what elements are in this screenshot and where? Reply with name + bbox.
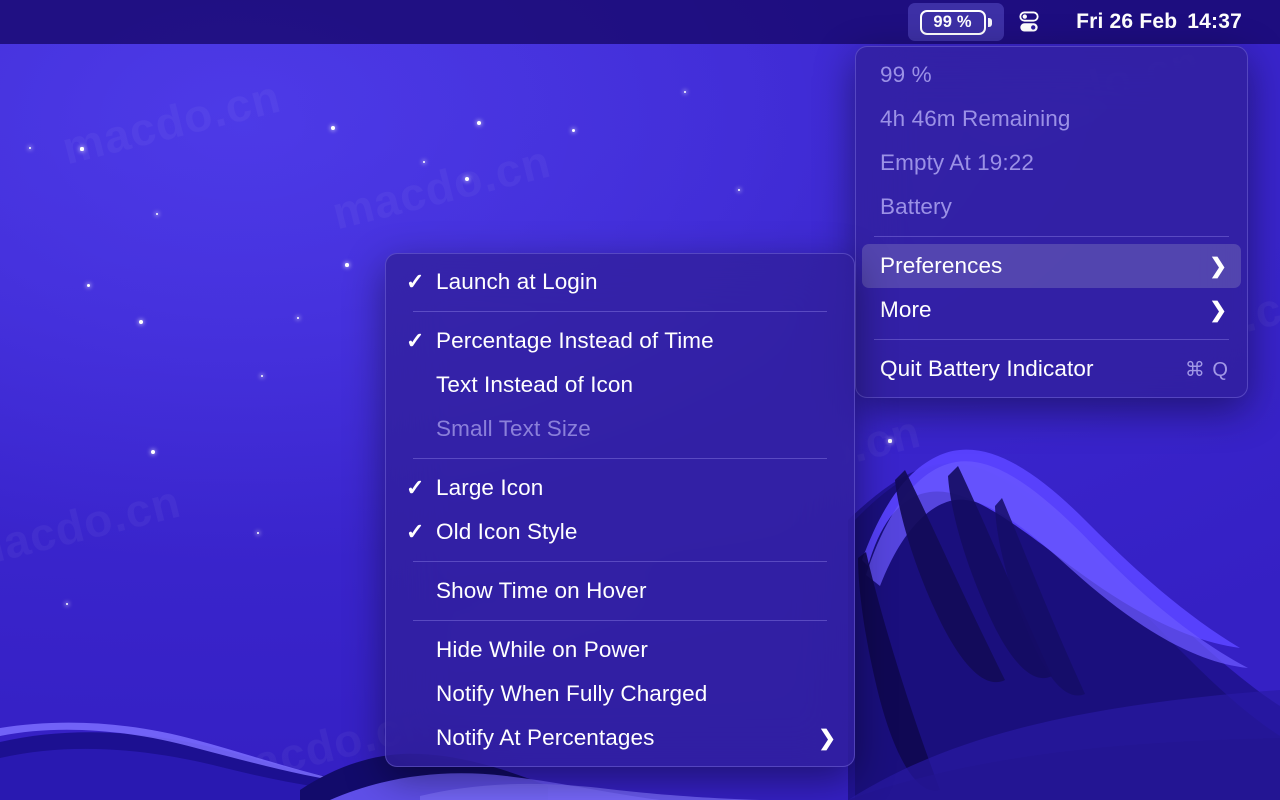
menu-item-label: Large Icon: [436, 475, 544, 500]
menu-item-hide-while-on-power[interactable]: ✓Hide While on Power: [392, 628, 848, 672]
menu-item-small-text-size: ✓Small Text Size: [392, 407, 848, 451]
menu-item-label: Small Text Size: [436, 416, 591, 441]
clock-text: Fri 26 Feb 14:37: [1066, 10, 1246, 34]
checkmark-placeholder: ✓: [406, 683, 436, 705]
menu-item-launch-at-login[interactable]: ✓ Launch at Login: [392, 260, 848, 304]
menu-item-battery-info: Empty At 19:22: [862, 141, 1241, 185]
menu-item-old-icon-style[interactable]: ✓ Old Icon Style: [392, 510, 848, 554]
menu-item-battery-info: 99 %: [862, 53, 1241, 97]
menu-item-label: Show Time on Hover: [436, 578, 647, 603]
battery-tip: [988, 17, 993, 27]
clock-time: 14:37: [1187, 10, 1242, 33]
menu-item-label: 4h 46m Remaining: [880, 106, 1071, 131]
menu-item-label: Quit Battery Indicator: [880, 356, 1094, 381]
menu-item-label: Preferences: [880, 253, 1003, 278]
menu-separator: [413, 561, 827, 562]
clock-date: Fri 26 Feb: [1076, 10, 1178, 33]
desktop-screen: macdo.cnmacdo.cnmacdo.cnmacdo.cnmacdo.cn…: [0, 0, 1280, 800]
menu-separator: [413, 620, 827, 621]
menu-item-percentage-instead-of-time[interactable]: ✓ Percentage Instead of Time: [392, 319, 848, 363]
menubar-control-center-item[interactable]: [1004, 3, 1054, 41]
battery-body: 99 %: [919, 9, 986, 35]
menu-item-label: Text Instead of Icon: [436, 372, 634, 397]
checkmark-placeholder: ✓: [406, 418, 436, 440]
menu-item-label: Hide While on Power: [436, 637, 648, 662]
battery-status-menu: 99 % 4h 46m Remaining Empty At 19:22 Batter…: [855, 46, 1248, 398]
checkmark-placeholder: ✓: [406, 580, 436, 602]
battery-icon: 99 %: [919, 9, 993, 35]
menu-separator: [413, 458, 827, 459]
menu-separator: [874, 339, 1229, 340]
checkmark-placeholder: ✓: [406, 639, 436, 661]
menu-item-large-icon[interactable]: ✓ Large Icon: [392, 466, 848, 510]
keyboard-shortcut: ⌘ Q: [1184, 358, 1229, 381]
chevron-right-icon: ❯: [818, 726, 836, 750]
menu-item-preferences[interactable]: Preferences ❯: [862, 244, 1241, 288]
checkmark-placeholder: ✓: [406, 727, 436, 749]
menu-item-label: Notify At Percentages: [436, 725, 655, 750]
menu-item-label: Battery: [880, 194, 952, 219]
menu-item-text-instead-of-icon[interactable]: ✓Text Instead of Icon: [392, 363, 848, 407]
menu-item-show-time-on-hover[interactable]: ✓Show Time on Hover: [392, 569, 848, 613]
menu-separator: [413, 311, 827, 312]
menu-bar: 99 % Fri 26 Feb 14:37: [0, 0, 1280, 44]
menubar-clock[interactable]: Fri 26 Feb 14:37: [1054, 3, 1258, 41]
chevron-right-icon: ❯: [1209, 298, 1227, 322]
menubar-battery-item[interactable]: 99 %: [907, 3, 1005, 41]
menu-item-more[interactable]: More ❯: [862, 288, 1241, 332]
checkmark-icon: ✓: [406, 328, 425, 353]
menu-item-notify-at-percentages[interactable]: ✓Notify At Percentages ❯: [392, 716, 848, 760]
menu-item-label: Old Icon Style: [436, 519, 578, 544]
checkmark-placeholder: ✓: [406, 374, 436, 396]
menu-item-label: Percentage Instead of Time: [436, 328, 714, 353]
preferences-submenu: ✓ Launch at Login ✓ Percentage Instead of T…: [385, 253, 855, 767]
battery-status-info-group: 99 % 4h 46m Remaining Empty At 19:22 Batter…: [856, 53, 1247, 229]
menu-item-label: More: [880, 297, 932, 322]
battery-percent-label: 99 %: [933, 12, 972, 31]
menu-item-notify-when-fully-charged[interactable]: ✓Notify When Fully Charged: [392, 672, 848, 716]
menu-item-label: Empty At 19:22: [880, 150, 1034, 175]
menu-item-label: Notify When Fully Charged: [436, 681, 708, 706]
menu-item-label: Launch at Login: [436, 269, 598, 294]
menu-item-battery-info: Battery: [862, 185, 1241, 229]
battery-status-actions-group: Preferences ❯ More ❯: [856, 244, 1247, 332]
control-center-icon: [1019, 11, 1039, 32]
menu-separator: [874, 236, 1229, 237]
checkmark-icon: ✓: [406, 519, 425, 544]
menu-item-label: 99 %: [880, 62, 932, 87]
menu-item-quit-battery-indicator[interactable]: Quit Battery Indicator ⌘ Q: [862, 347, 1241, 391]
chevron-right-icon: ❯: [1209, 254, 1227, 278]
checkmark-icon: ✓: [406, 475, 425, 500]
menu-item-battery-info: 4h 46m Remaining: [862, 97, 1241, 141]
checkmark-icon: ✓: [406, 269, 425, 294]
